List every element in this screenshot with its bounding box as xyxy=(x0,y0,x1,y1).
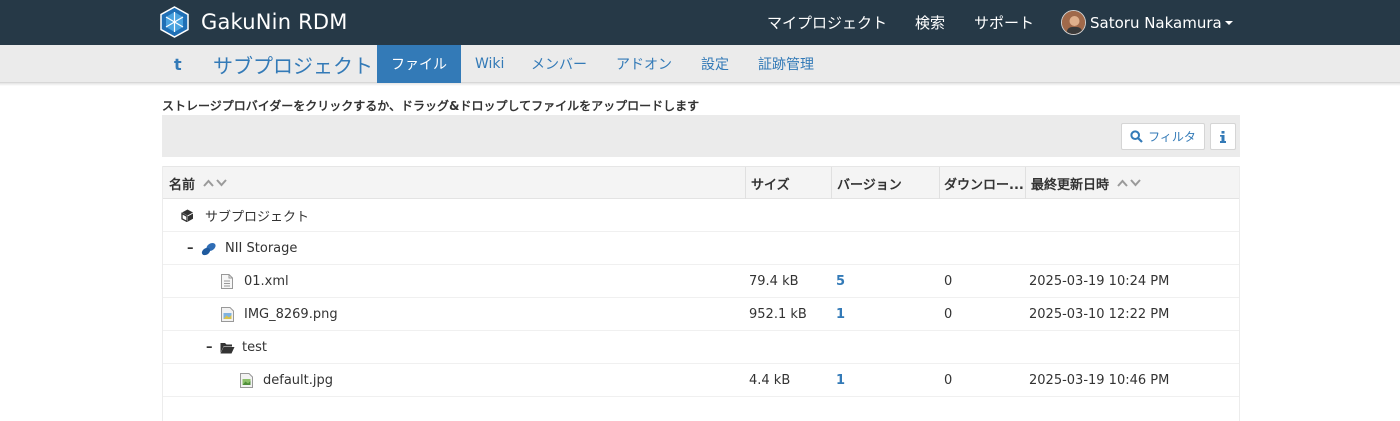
cube-icon xyxy=(181,209,193,222)
info-icon xyxy=(1220,130,1226,143)
file-toolbar: フィルタ xyxy=(162,115,1240,157)
column-modified-header[interactable]: 最終更新日時 xyxy=(1031,167,1141,199)
row-name[interactable]: IMG_8269.png xyxy=(244,307,338,322)
file-tree-grid: 名前 サイズ バージョン ダウンロー... 最終更新日時 サブプロジェクト – … xyxy=(162,166,1240,421)
row-name[interactable]: test xyxy=(242,340,267,355)
modified-cell: 2025-03-10 12:22 PM xyxy=(1029,307,1170,322)
tree-row-provider[interactable]: – NII Storage xyxy=(163,232,1239,265)
filter-label: フィルタ xyxy=(1148,130,1196,144)
modified-cell: 2025-03-19 10:24 PM xyxy=(1029,274,1170,289)
downloads-cell: 0 xyxy=(944,274,953,289)
image-file-icon xyxy=(221,307,234,322)
tab-audit-trail[interactable]: 証跡管理 xyxy=(758,45,814,83)
column-downloads-header: ダウンロー... xyxy=(944,177,1024,193)
search-icon xyxy=(1130,130,1143,143)
divider xyxy=(0,83,1400,86)
column-version-header: バージョン xyxy=(837,177,902,193)
upload-instruction: ストレージプロバイダーをクリックするか、ドラッグ&ドロップしてファイルをアップロ… xyxy=(162,99,700,113)
nav-my-projects[interactable]: マイプロジェクト xyxy=(767,0,887,45)
avatar xyxy=(1061,10,1086,35)
column-modified-label: 最終更新日時 xyxy=(1031,177,1110,193)
grid-header: 名前 サイズ バージョン ダウンロー... 最終更新日時 xyxy=(163,166,1239,199)
project-title[interactable]: サブプロジェクト xyxy=(213,45,373,83)
row-name[interactable]: 01.xml xyxy=(244,274,289,289)
collapse-toggle[interactable]: – xyxy=(206,340,218,355)
tree-row-folder[interactable]: – test xyxy=(163,331,1239,364)
brand-link[interactable]: GakuNin RDM xyxy=(158,6,348,38)
parent-project-link[interactable]: t xyxy=(174,45,182,83)
modified-cell: 2025-03-19 10:46 PM xyxy=(1029,373,1170,388)
sort-controls xyxy=(1117,179,1141,187)
gakunin-logo-icon xyxy=(160,6,189,38)
row-name[interactable]: default.jpg xyxy=(263,373,333,388)
info-button[interactable] xyxy=(1210,123,1236,150)
user-menu[interactable]: Satoru Nakamura xyxy=(1061,0,1233,45)
row-name[interactable]: NII Storage xyxy=(225,241,297,256)
name-cell: default.jpg xyxy=(240,364,333,397)
filter-button[interactable]: フィルタ xyxy=(1121,123,1205,150)
version-link[interactable]: 1 xyxy=(836,298,845,331)
column-divider[interactable] xyxy=(1025,167,1026,199)
sort-desc-icon[interactable] xyxy=(216,179,227,187)
sort-desc-icon[interactable] xyxy=(1130,179,1141,187)
tab-files[interactable]: ファイル xyxy=(377,45,461,83)
user-name: Satoru Nakamura xyxy=(1090,13,1222,32)
top-navbar: GakuNin RDM マイプロジェクト 検索 サポート Satoru Naka… xyxy=(0,0,1400,45)
tab-settings[interactable]: 設定 xyxy=(701,45,729,83)
sort-controls xyxy=(203,179,227,187)
project-subnav: t サブプロジェクト ファイル Wiki メンバー アドオン 設定 証跡管理 xyxy=(0,45,1400,83)
name-cell: – NII Storage xyxy=(187,232,297,265)
name-cell: 01.xml xyxy=(221,265,289,298)
tree-row-file[interactable]: 01.xml 79.4 kB 5 0 2025-03-19 10:24 PM xyxy=(163,265,1239,298)
size-cell: 79.4 kB xyxy=(749,274,799,289)
column-divider[interactable] xyxy=(831,167,832,199)
collapse-toggle[interactable]: – xyxy=(187,241,199,256)
version-link[interactable]: 1 xyxy=(836,364,845,397)
tree-row-file[interactable]: IMG_8269.png 952.1 kB 1 0 2025-03-10 12:… xyxy=(163,298,1239,331)
tree-row-file[interactable]: default.jpg 4.4 kB 1 0 2025-03-19 10:46 … xyxy=(163,364,1239,397)
name-cell: サブプロジェクト xyxy=(181,199,309,232)
column-name-label: 名前 xyxy=(169,177,196,193)
downloads-cell: 0 xyxy=(944,307,953,322)
storage-icon xyxy=(201,242,216,255)
size-cell: 4.4 kB xyxy=(749,373,791,388)
downloads-cell: 0 xyxy=(944,373,953,388)
name-cell: – test xyxy=(206,331,267,364)
name-cell: IMG_8269.png xyxy=(221,298,338,331)
file-text-icon xyxy=(221,274,233,289)
row-name[interactable]: サブプロジェクト xyxy=(205,206,309,225)
sort-asc-icon[interactable] xyxy=(203,179,214,187)
tab-wiki[interactable]: Wiki xyxy=(475,45,504,83)
sort-asc-icon[interactable] xyxy=(1117,179,1128,187)
image-file-icon xyxy=(240,373,253,388)
column-divider[interactable] xyxy=(939,167,940,199)
version-link[interactable]: 5 xyxy=(836,265,845,298)
column-name-header[interactable]: 名前 xyxy=(169,167,227,199)
tab-members[interactable]: メンバー xyxy=(531,45,587,83)
nav-search[interactable]: 検索 xyxy=(915,0,945,45)
folder-open-icon xyxy=(220,342,235,353)
tree-row-project[interactable]: サブプロジェクト xyxy=(163,199,1239,232)
app-name: GakuNin RDM xyxy=(201,10,348,34)
column-size-header: サイズ xyxy=(751,177,790,193)
column-divider[interactable] xyxy=(745,167,746,199)
tab-addons[interactable]: アドオン xyxy=(616,45,672,83)
nav-support[interactable]: サポート xyxy=(974,0,1034,45)
size-cell: 952.1 kB xyxy=(749,307,807,322)
caret-down-icon xyxy=(1224,20,1233,25)
